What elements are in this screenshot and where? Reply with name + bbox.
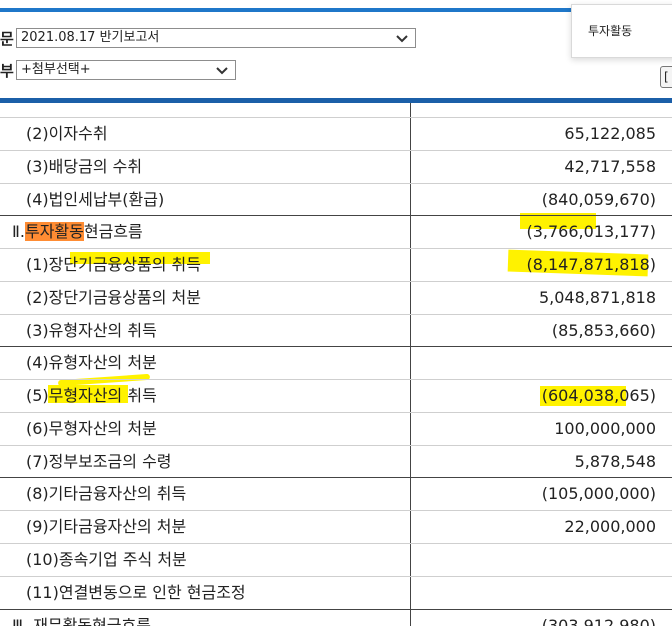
chevron-down-icon [216,67,228,75]
row-label: (2)이자수취 [26,124,108,143]
row-value: 5,048,871,818 [538,288,656,307]
section-label: Ⅱ.투자활동현금흐름 [0,215,411,248]
table-row: (6)무형자산의 처분 100,000,000 [0,412,672,445]
row-label: (2)장단기금융상품의 처분 [26,288,201,307]
row-label: (10)종속기업 주식 처분 [26,550,187,569]
row-value: (85,853,660) [551,321,656,340]
row-label: (4)법인세납부(환급) [26,190,165,209]
row-value: (303,912,980) [541,616,656,626]
table-row: (8)기타금융자산의 취득 (105,000,000) [0,477,672,510]
find-query-text: 투자활동 [588,24,633,38]
attachment-select-value: +첨부선택+ [21,62,91,77]
attachment-select[interactable]: +첨부선택+ [16,60,236,80]
table-row: (1)장단기금융상품의 취득 (8,147,871,818) [0,248,672,281]
row-value: (8,147,871,818) [526,255,656,274]
attach-label: 부 [0,62,14,80]
table-row-section: Ⅲ. 재무활동현금흐름 (303,912,980) [0,609,672,626]
section-title-suffix: 현금흐름 [83,222,143,241]
row-value: 42,717,558 [564,157,656,176]
row-label: (4)유형자산의 처분 [26,353,157,372]
row-label: (6)무형자산의 처분 [26,419,157,438]
row-value: 5,878,548 [574,452,656,471]
table-row: (4)유형자산의 처분 [0,346,672,379]
table-row: (7)정부보조금의 수령 5,878,548 [0,445,672,478]
row-label: (3)유형자산의 취득 [26,321,157,340]
search-match-highlight: 투자활동 [24,222,84,241]
report-toolbar: 문 2021.08.17 반기보고서 부 +첨부선택+ 투자활동 [ [0,0,672,103]
table-row: (2)이자수취 65,122,085 [0,117,672,150]
row-label: (8)기타금융자산의 취득 [26,484,187,503]
table-row: (3)배당금의 수취 42,717,558 [0,150,672,183]
row-value [411,346,672,379]
row-value: (105,000,000) [541,484,656,503]
table-row: (2)장단기금융상품의 처분 5,048,871,818 [0,281,672,314]
row-label: (3)배당금의 수취 [26,157,143,176]
row-label: (9)기타금융자산의 처분 [26,517,187,536]
report-label: 문 [0,30,14,48]
row-label: (11)연결변동으로 인한 현금조정 [26,583,246,602]
table-row: (9)기타금융자산의 처분 22,000,000 [0,510,672,543]
row-value: (840,059,670) [541,190,656,209]
section-number: Ⅱ. [12,222,25,241]
row-value: 100,000,000 [554,419,656,438]
table-row: (11)연결변동으로 인한 현금조정 [0,576,672,609]
find-in-page-popup: 투자활동 [571,4,672,58]
table-row: (4)법인세납부(환급) (840,059,670) [0,183,672,216]
row-label: (5)무형자산의 취득 [26,386,157,405]
row-value: 65,122,085 [564,124,656,143]
row-value [411,576,672,609]
row-label: (1)장단기금융상품의 취득 [26,255,201,274]
table-row: (5)무형자산의 취득 (604,038,065) [0,379,672,412]
report-select-value: 2021.08.17 반기보고서 [21,30,160,45]
table-row: (10)종속기업 주식 처분 [0,543,672,576]
row-value: (3,766,013,177) [526,222,656,241]
table-row: (3)유형자산의 취득 (85,853,660) [0,314,672,347]
row-label: (7)정부보조금의 수령 [26,452,172,471]
report-select[interactable]: 2021.08.17 반기보고서 [16,28,416,48]
table-row-section: Ⅱ.투자활동현금흐름 (3,766,013,177) [0,215,672,248]
side-button[interactable]: [ [660,66,672,88]
row-value: (604,038,065) [541,386,656,405]
section-label: Ⅲ. 재무활동현금흐름 [12,616,151,626]
chevron-down-icon [396,35,408,43]
row-value: 22,000,000 [564,517,656,536]
cashflow-table: (2)이자수취 65,122,085 (3)배당금의 수취 42,717,558… [0,103,672,626]
row-value [411,543,672,576]
